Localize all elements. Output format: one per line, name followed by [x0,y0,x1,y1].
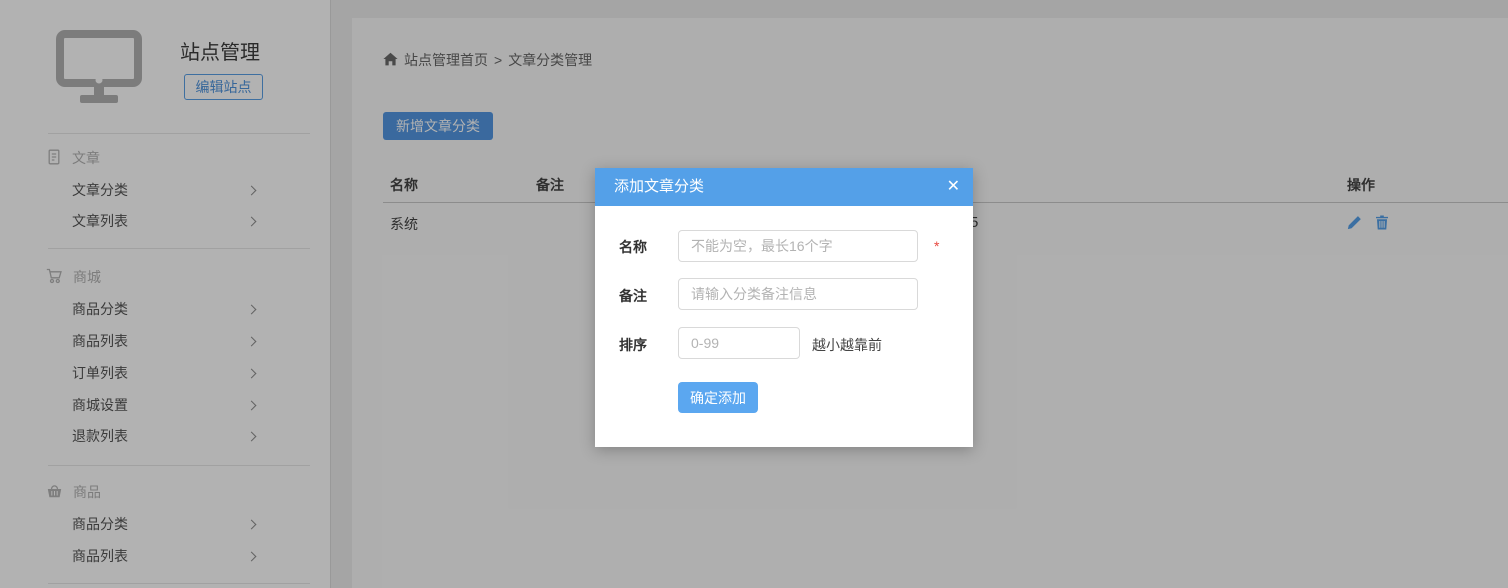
note-input[interactable] [678,278,918,310]
sort-input[interactable] [678,327,800,359]
required-mark: * [934,238,939,254]
site-admin-screen: 站点管理 编辑站点 文章 文章分类 文章列表 [0,0,1508,588]
add-category-modal: 添加文章分类 ✕ 名称 * 备注 排序 越小越靠前 确定添加 [595,168,973,447]
sort-field-label: 排序 [619,335,647,355]
close-icon[interactable]: ✕ [947,168,960,206]
sort-hint: 越小越靠前 [812,335,882,355]
modal-header: 添加文章分类 ✕ [595,168,973,206]
note-field-label: 备注 [619,286,647,306]
name-input[interactable] [678,230,918,262]
modal-title: 添加文章分类 [614,168,704,206]
confirm-add-button[interactable]: 确定添加 [678,382,758,413]
name-field-label: 名称 [619,237,647,257]
